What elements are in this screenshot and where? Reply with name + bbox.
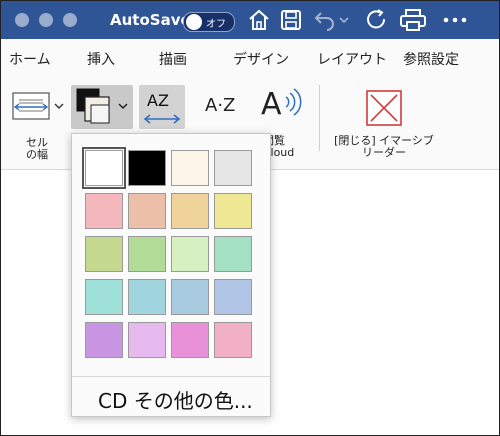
column-width-icon xyxy=(12,92,64,120)
ribbon-separator xyxy=(319,85,320,151)
home-icon[interactable] xyxy=(247,8,271,32)
color-swatch[interactable] xyxy=(85,322,123,358)
column-width-label: セル の幅 xyxy=(21,137,53,161)
color-swatch[interactable] xyxy=(214,279,252,315)
syllables-button[interactable]: A·Z xyxy=(199,91,249,125)
more-options-icon[interactable] xyxy=(441,8,469,32)
dropdown-separator xyxy=(72,376,270,377)
autosave-toggle[interactable]: オフ xyxy=(183,12,235,32)
zoom-window-button[interactable] xyxy=(63,13,77,27)
color-swatch[interactable] xyxy=(128,236,166,272)
autosave-label: AutoSave xyxy=(110,11,191,29)
undo-dropdown-chevron-icon[interactable] xyxy=(338,8,350,32)
app-window: AutoSave オフ ホーム 挿入 描画 デザイン レイアウト 参照設定 セル… xyxy=(0,0,500,436)
text-spacing-icon xyxy=(143,114,181,124)
color-swatch[interactable] xyxy=(85,236,123,272)
color-swatch[interactable] xyxy=(214,193,252,229)
column-width-label-line2: の幅 xyxy=(26,148,48,161)
color-swatch[interactable] xyxy=(171,236,209,272)
column-width-button[interactable] xyxy=(9,91,69,125)
read-aloud-button[interactable]: A xyxy=(259,87,303,127)
color-swatch[interactable] xyxy=(85,193,123,229)
redo-icon[interactable] xyxy=(365,8,389,32)
tab-layout[interactable]: レイアウト xyxy=(317,49,387,69)
close-immersive-reader-label: [閉じる] イマーシブ リーダー xyxy=(329,135,439,159)
ribbon-tabs: ホーム 挿入 描画 デザイン レイアウト 参照設定 xyxy=(1,39,499,77)
color-swatch[interactable] xyxy=(214,322,252,358)
tab-design[interactable]: デザイン xyxy=(233,49,289,69)
page-color-icon xyxy=(76,88,128,124)
text-spacing-button[interactable]: AZ xyxy=(139,85,185,129)
page-color-button[interactable] xyxy=(71,85,133,129)
more-colors-option[interactable]: CD その他の色... xyxy=(98,385,253,414)
color-swatch[interactable] xyxy=(128,322,166,358)
color-swatch[interactable] xyxy=(128,193,166,229)
toggle-state-label: オフ xyxy=(206,19,226,30)
color-swatch[interactable] xyxy=(214,150,252,186)
close-immersive-label-line2: リーダー xyxy=(362,146,406,159)
syllables-label: A·Z xyxy=(205,95,236,116)
close-x-icon xyxy=(366,90,402,126)
color-swatch[interactable] xyxy=(128,279,166,315)
close-immersive-reader-button[interactable] xyxy=(365,89,403,127)
speaker-waves-icon xyxy=(285,88,302,116)
color-swatch[interactable] xyxy=(171,193,209,229)
toggle-knob xyxy=(186,14,202,30)
undo-icon[interactable] xyxy=(313,8,337,32)
color-swatch[interactable] xyxy=(85,279,123,315)
tab-home[interactable]: ホーム xyxy=(9,49,51,69)
save-icon[interactable] xyxy=(279,8,303,32)
color-swatch[interactable] xyxy=(82,147,126,189)
color-swatch[interactable] xyxy=(171,279,209,315)
color-swatch[interactable] xyxy=(128,150,166,186)
tab-insert[interactable]: 挿入 xyxy=(87,49,115,69)
print-icon[interactable] xyxy=(399,8,427,32)
tab-references[interactable]: 参照設定 xyxy=(403,49,459,69)
close-window-button[interactable] xyxy=(15,13,29,27)
tab-draw[interactable]: 描画 xyxy=(159,49,187,69)
color-swatch[interactable] xyxy=(214,236,252,272)
title-bar: AutoSave オフ xyxy=(1,1,499,39)
color-swatch[interactable] xyxy=(171,322,209,358)
minimize-window-button[interactable] xyxy=(39,13,53,27)
color-swatch[interactable] xyxy=(171,150,209,186)
page-color-dropdown: CD その他の色... xyxy=(71,133,271,417)
